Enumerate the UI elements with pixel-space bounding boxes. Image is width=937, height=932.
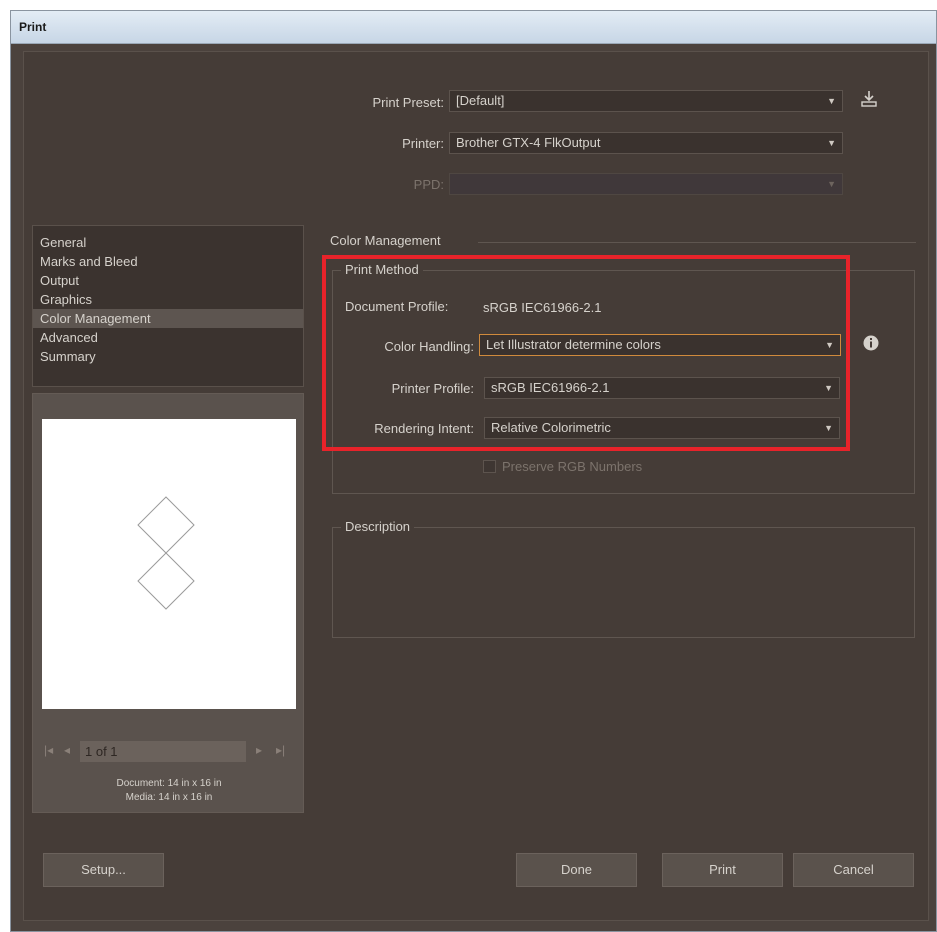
info-icon[interactable] <box>862 334 880 352</box>
chevron-down-icon: ▼ <box>827 96 836 106</box>
window-title: Print <box>19 20 47 34</box>
category-graphics[interactable]: Graphics <box>33 290 303 309</box>
print-preset-label: Print Preset: <box>372 95 444 110</box>
print-button[interactable]: Print <box>662 853 783 887</box>
preview-artwork <box>137 496 195 610</box>
page-navigator: |◂ ◂ 1 of 1 ▸ ▸| <box>42 741 296 763</box>
printer-value: Brother GTX-4 FlkOutput <box>456 135 601 150</box>
next-page-icon[interactable]: ▸ <box>256 743 262 757</box>
setup-button[interactable]: Setup... <box>43 853 164 887</box>
chevron-down-icon: ▼ <box>827 138 836 148</box>
previous-page-icon[interactable]: ◂ <box>64 743 70 757</box>
category-color-management[interactable]: Color Management <box>33 309 303 328</box>
category-list: General Marks and Bleed Output Graphics … <box>32 225 304 387</box>
print-preset-select[interactable]: [Default] ▼ <box>449 90 843 112</box>
category-marks-and-bleed[interactable]: Marks and Bleed <box>33 252 303 271</box>
printer-select[interactable]: Brother GTX-4 FlkOutput ▼ <box>449 132 843 154</box>
description-group: Description <box>332 519 915 638</box>
category-summary[interactable]: Summary <box>33 347 303 366</box>
page-number-field[interactable]: 1 of 1 <box>80 741 246 762</box>
media-size: Media: 14 in x 16 in <box>125 792 213 803</box>
highlight-annotation <box>322 255 850 451</box>
category-output[interactable]: Output <box>33 271 303 290</box>
cancel-button[interactable]: Cancel <box>793 853 914 887</box>
description-label: Description <box>341 519 415 534</box>
done-button[interactable]: Done <box>516 853 637 887</box>
color-management-heading: Color Management <box>330 233 441 248</box>
print-preview-panel: |◂ ◂ 1 of 1 ▸ ▸| Document: 14 in x 16 in… <box>32 393 304 813</box>
document-size: Document: 14 in x 16 in <box>116 778 222 789</box>
category-advanced[interactable]: Advanced <box>33 328 303 347</box>
category-general[interactable]: General <box>33 233 303 252</box>
first-page-icon[interactable]: |◂ <box>44 743 53 757</box>
title-bar[interactable]: Print <box>11 11 936 44</box>
preserve-rgb-numbers-checkbox[interactable] <box>483 460 496 473</box>
preview-page[interactable] <box>42 419 296 709</box>
chevron-down-icon: ▼ <box>827 179 836 189</box>
ppd-select[interactable]: ▼ <box>449 173 843 195</box>
last-page-icon[interactable]: ▸| <box>276 743 285 757</box>
printer-label: Printer: <box>402 136 444 151</box>
print-preset-value: [Default] <box>456 93 505 108</box>
section-divider <box>478 242 916 243</box>
save-preset-icon[interactable] <box>860 89 878 109</box>
preserve-rgb-numbers-label: Preserve RGB Numbers <box>502 459 643 474</box>
ppd-label: PPD: <box>413 177 444 192</box>
